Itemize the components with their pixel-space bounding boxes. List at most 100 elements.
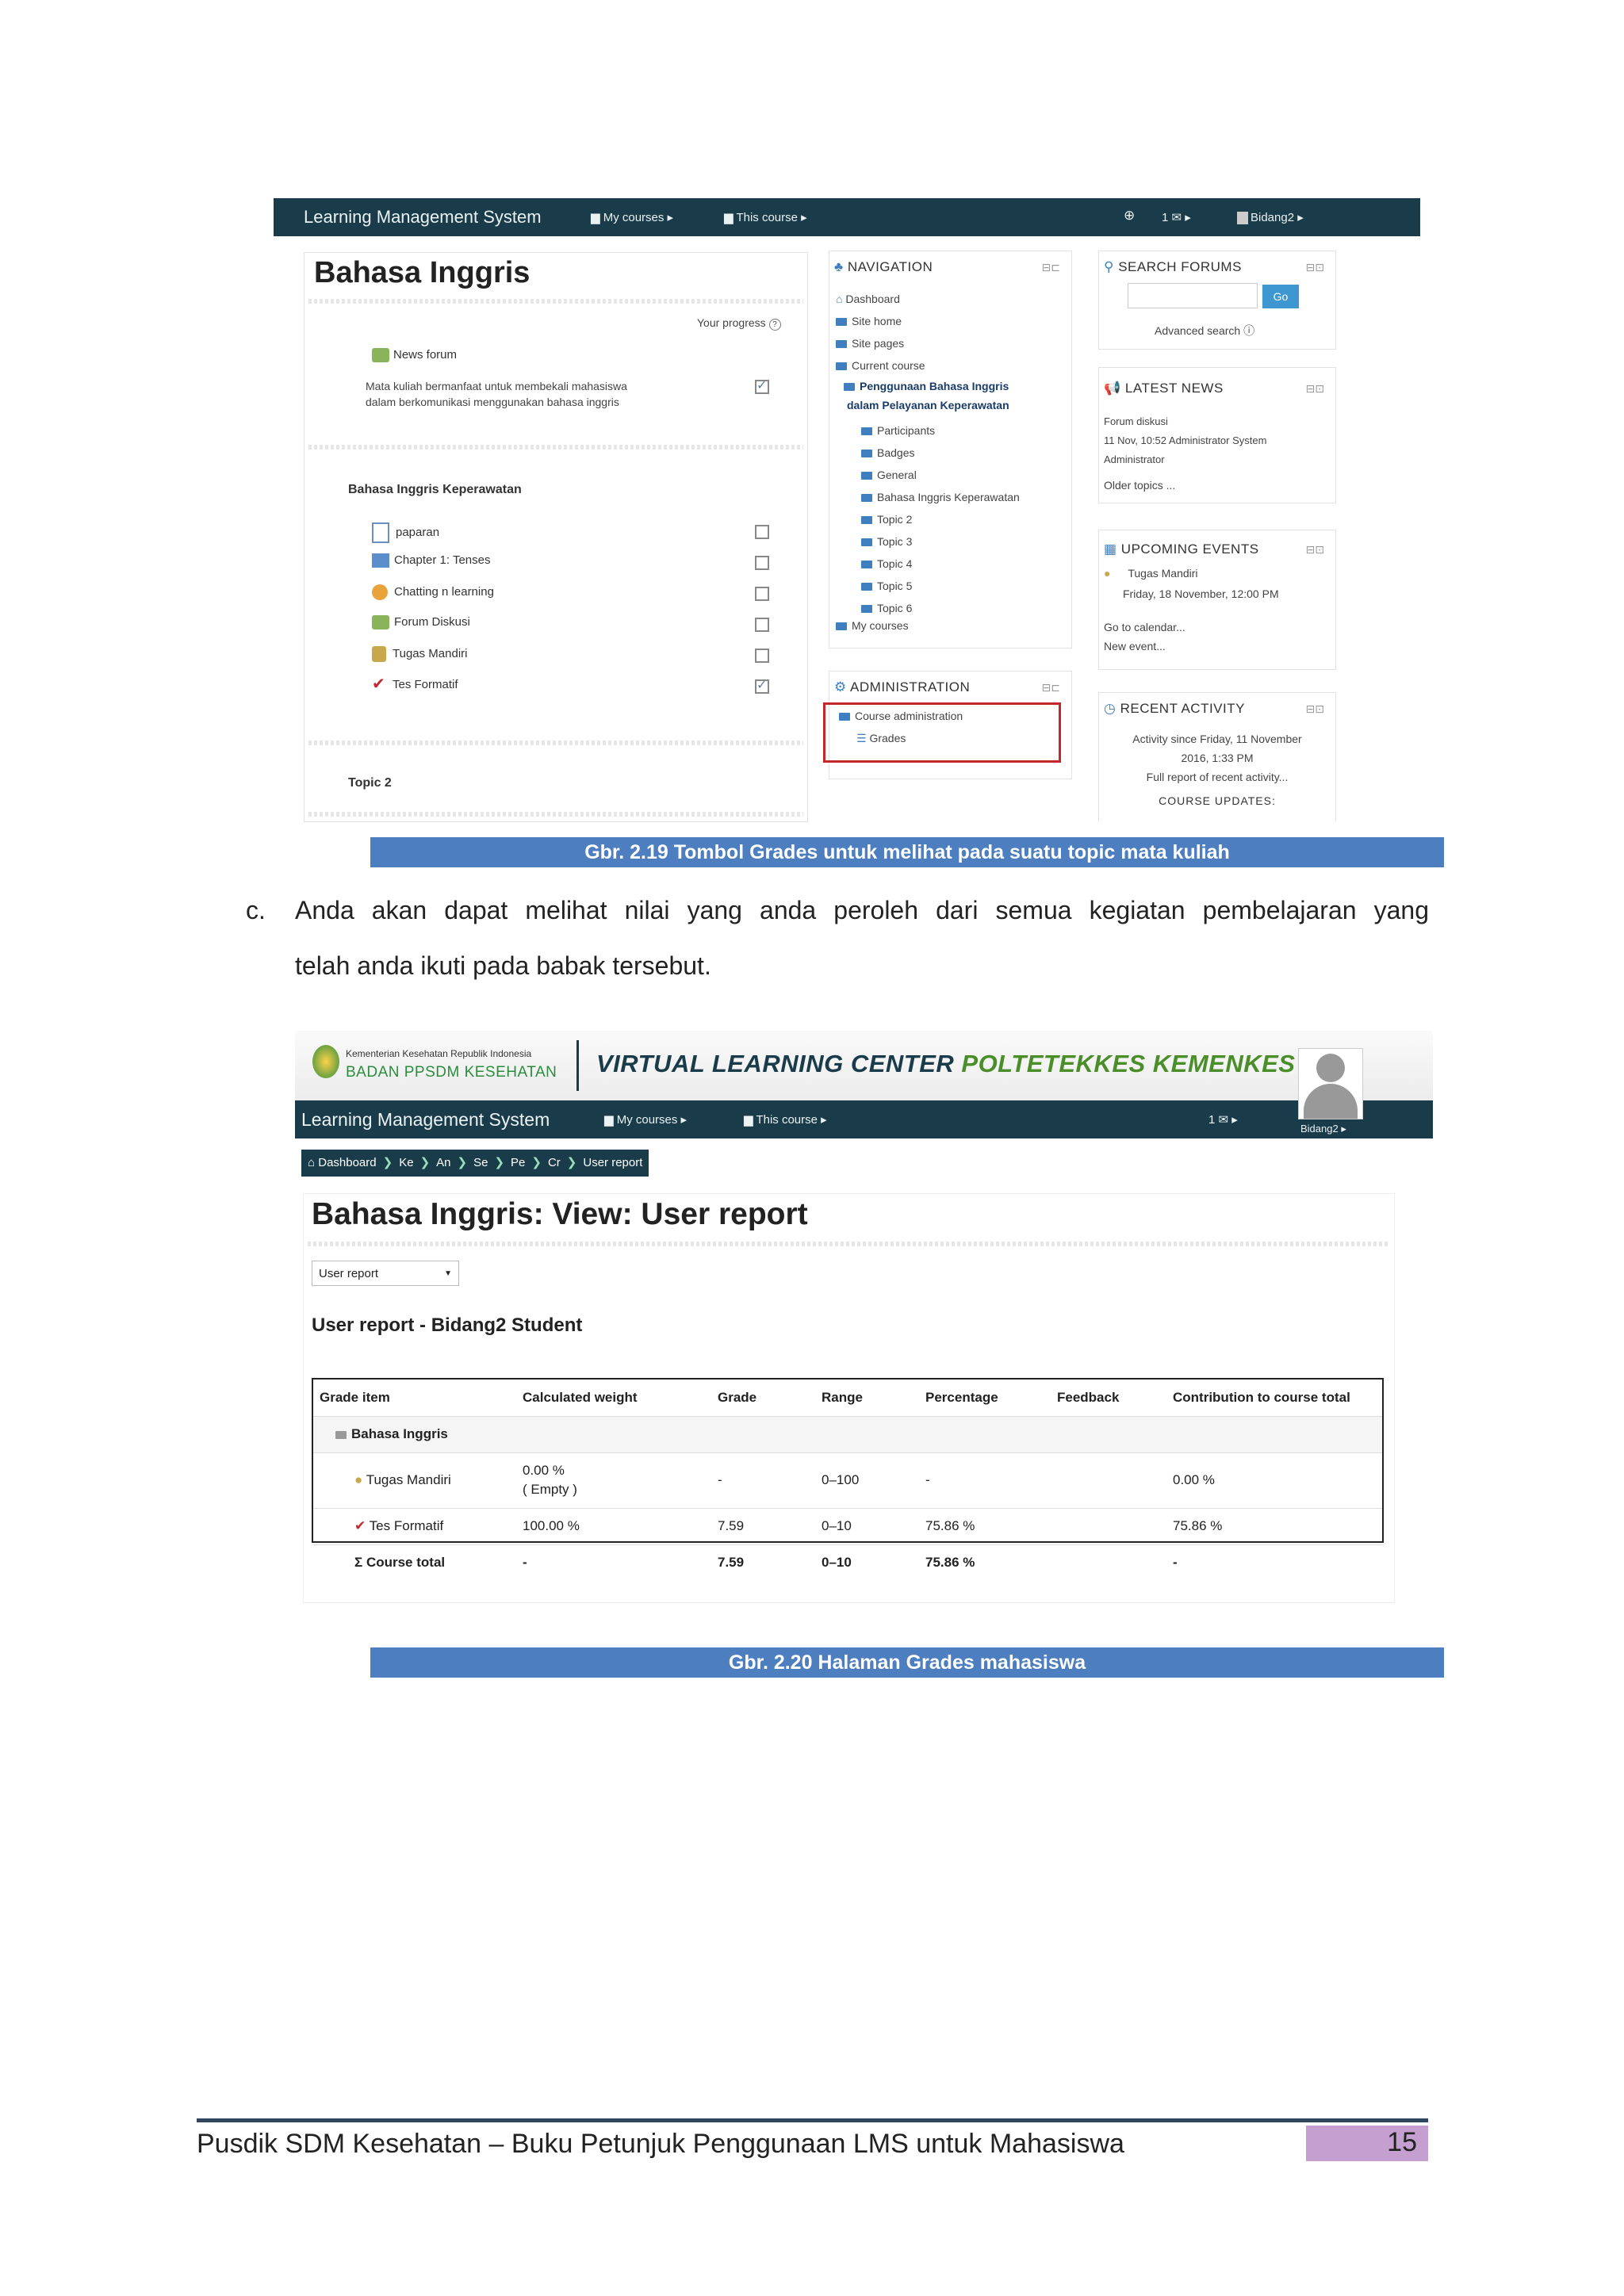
completion-checkbox[interactable] bbox=[755, 556, 769, 570]
messages-menu[interactable]: 1 ✉ ▸ bbox=[1208, 1112, 1238, 1127]
report-type-select[interactable]: User report ▼ bbox=[312, 1261, 459, 1286]
book-icon: ▆ bbox=[724, 211, 737, 224]
completion-checkbox[interactable] bbox=[755, 649, 769, 663]
nav-general[interactable]: General bbox=[861, 464, 1020, 486]
nav-current-course[interactable]: Current course bbox=[836, 354, 925, 377]
nav-participants[interactable]: Participants bbox=[861, 419, 1020, 442]
completion-checkbox[interactable] bbox=[755, 618, 769, 632]
activity-label: Tugas Mandiri bbox=[393, 646, 468, 660]
help-icon[interactable]: ? bbox=[768, 319, 781, 331]
table-row: ✔ Tes Formatif 100.00 % 7.59 0–10 75.86 … bbox=[313, 1508, 1382, 1544]
breadcrumb-item[interactable]: Pe bbox=[504, 1150, 531, 1177]
your-progress-label: Your progress ? bbox=[697, 316, 781, 331]
my-courses-menu[interactable]: ▆ My courses ▸ bbox=[604, 1112, 687, 1127]
nav-topic-3[interactable]: Topic 3 bbox=[861, 530, 1020, 553]
this-course-menu[interactable]: ▆ This course ▸ bbox=[744, 1112, 827, 1127]
help-icon: ⓘ bbox=[1243, 324, 1255, 337]
search-go-button[interactable]: Go bbox=[1262, 285, 1299, 308]
user-avatar[interactable] bbox=[1298, 1048, 1363, 1119]
paragraph-line: Anda akan dapat melihat nilai yang anda … bbox=[295, 896, 1429, 924]
news-item-link[interactable]: Forum diskusi bbox=[1104, 412, 1266, 431]
older-topics-link[interactable]: Older topics ... bbox=[1104, 479, 1175, 492]
figure-caption-2-19: Gbr. 2.19 Tombol Grades untuk melihat pa… bbox=[370, 837, 1444, 867]
completion-checkbox[interactable] bbox=[755, 587, 769, 601]
grade-cell: 7.59 bbox=[718, 1518, 745, 1533]
paragraph-line: telah anda ikuti pada babak tersebut. bbox=[295, 951, 711, 980]
lms-brand-link[interactable]: Learning Management System bbox=[301, 1109, 550, 1131]
nav-topic-4[interactable]: Topic 4 bbox=[861, 553, 1020, 575]
range-cell: 0–10 bbox=[822, 1555, 852, 1571]
recent-activity-block: ◷ RECENT ACTIVITY ⊟⊡ Activity since Frid… bbox=[1098, 692, 1336, 821]
clock-icon: ◷ bbox=[1104, 701, 1116, 716]
news-forum-link[interactable]: News forum bbox=[372, 348, 457, 363]
folder-icon bbox=[861, 516, 872, 525]
advanced-search-link[interactable]: Advanced search ⓘ bbox=[1155, 323, 1254, 339]
activity-tugas-mandiri[interactable]: Tugas Mandiri bbox=[372, 646, 467, 662]
nav-topic-2[interactable]: Topic 2 bbox=[861, 508, 1020, 530]
new-event-link[interactable]: New event... bbox=[1104, 640, 1166, 652]
folder-icon bbox=[844, 383, 855, 392]
nav-section[interactable]: Bahasa Inggris Keperawatan bbox=[861, 486, 1020, 508]
page-title: Bahasa Inggris: View: User report bbox=[312, 1197, 808, 1231]
figure-caption-2-20: Gbr. 2.20 Halaman Grades mahasiswa bbox=[370, 1647, 1444, 1678]
completion-checkbox[interactable] bbox=[755, 677, 769, 694]
breadcrumb-item[interactable]: An bbox=[430, 1150, 457, 1177]
activity-label: Forum Diskusi bbox=[394, 615, 470, 629]
search-forums-input[interactable] bbox=[1128, 283, 1258, 308]
messages-menu[interactable]: 1 ✉ ▸ bbox=[1162, 210, 1191, 224]
forum-icon bbox=[372, 348, 389, 363]
block-controls-icon[interactable]: ⊟⊡ bbox=[1306, 702, 1324, 716]
block-controls-icon[interactable]: ⊟⊡ bbox=[1306, 261, 1324, 274]
nav-topic-6[interactable]: Topic 6 bbox=[861, 597, 1020, 619]
nav-my-courses[interactable]: My courses bbox=[836, 619, 909, 632]
completion-checkbox[interactable] bbox=[755, 525, 769, 539]
assignment-icon: ● bbox=[1104, 567, 1111, 580]
activity-tes-formatif[interactable]: ✔ Tes Formatif bbox=[372, 676, 458, 693]
book-icon: ▆ bbox=[744, 1113, 756, 1127]
this-course-menu[interactable]: ▆ This course ▸ bbox=[724, 210, 807, 224]
nav-topic-5[interactable]: Topic 5 bbox=[861, 575, 1020, 597]
user-menu[interactable]: Bidang2 ▸ bbox=[1300, 1123, 1346, 1135]
block-controls-icon[interactable]: ⊟⊡ bbox=[1306, 382, 1324, 396]
grade-item-link[interactable]: ● Tugas Mandiri bbox=[313, 1452, 516, 1508]
event-item[interactable]: ● Tugas Mandiri bbox=[1104, 567, 1198, 580]
breadcrumb: ⌂ Dashboard ❯ Ke ❯ An ❯ Se ❯ Pe ❯ Cr ❯ User report bbox=[301, 1150, 649, 1177]
file-icon bbox=[372, 522, 389, 543]
lms-brand-link[interactable]: Learning Management System bbox=[304, 207, 542, 228]
column-header: Percentage bbox=[925, 1389, 998, 1405]
contribution-cell: - bbox=[1173, 1555, 1178, 1571]
block-controls-icon[interactable]: ⊟⊡ bbox=[1306, 543, 1324, 557]
grades-highlight-box bbox=[823, 702, 1061, 763]
description-line: Mata kuliah bermanfaat untuk membekali m… bbox=[366, 380, 627, 392]
grade-item-link[interactable]: ✔ Tes Formatif bbox=[313, 1508, 516, 1544]
nav-course-link[interactable]: Penggunaan Bahasa Inggris dalam Pelayana… bbox=[844, 377, 1009, 415]
activity-paparan[interactable]: paparan bbox=[372, 522, 439, 543]
breadcrumb-dashboard[interactable]: ⌂ Dashboard bbox=[301, 1150, 383, 1177]
breadcrumb-item[interactable]: Ke bbox=[393, 1150, 419, 1177]
user-menu[interactable]: Bidang2 ▸ bbox=[1237, 210, 1304, 225]
user-menu-label: Bidang2 ▸ bbox=[1251, 211, 1304, 224]
completion-checkbox[interactable] bbox=[755, 377, 769, 394]
nav-site-home[interactable]: Site home bbox=[836, 310, 925, 332]
footer-rule bbox=[197, 2118, 1428, 2122]
globe-icon[interactable]: ⊕ bbox=[1124, 208, 1135, 224]
breadcrumb-current[interactable]: User report bbox=[576, 1150, 649, 1177]
breadcrumb-item[interactable]: Se bbox=[467, 1150, 494, 1177]
go-to-calendar-link[interactable]: Go to calendar... bbox=[1104, 621, 1185, 633]
activity-forum-diskusi[interactable]: Forum Diskusi bbox=[372, 615, 470, 630]
block-controls-icon[interactable]: ⊟⊏ bbox=[1042, 681, 1060, 695]
top-navbar: Learning Management System ▆ My courses … bbox=[274, 198, 1420, 236]
my-courses-menu[interactable]: ▆ My courses ▸ bbox=[591, 210, 673, 224]
nav-dashboard[interactable]: ⌂ Dashboard bbox=[836, 288, 925, 310]
nav-site-pages[interactable]: Site pages bbox=[836, 332, 925, 354]
full-report-link[interactable]: Full report of recent activity... bbox=[1099, 767, 1335, 786]
gear-icon: ⚙ bbox=[834, 679, 847, 695]
nav-badges[interactable]: Badges bbox=[861, 442, 1020, 464]
news-item-meta: 11 Nov, 10:52 Administrator System bbox=[1104, 434, 1267, 446]
activity-chapter-1[interactable]: Chapter 1: Tenses bbox=[372, 553, 490, 568]
block-controls-icon[interactable]: ⊟⊏ bbox=[1042, 261, 1060, 274]
sigma-icon: Σ bbox=[354, 1555, 363, 1571]
breadcrumb-item[interactable]: Cr bbox=[542, 1150, 567, 1177]
banner-title: VIRTUAL LEARNING CENTER POLTETEKKES KEME… bbox=[596, 1050, 1295, 1078]
activity-chatting[interactable]: Chatting n learning bbox=[372, 584, 494, 600]
